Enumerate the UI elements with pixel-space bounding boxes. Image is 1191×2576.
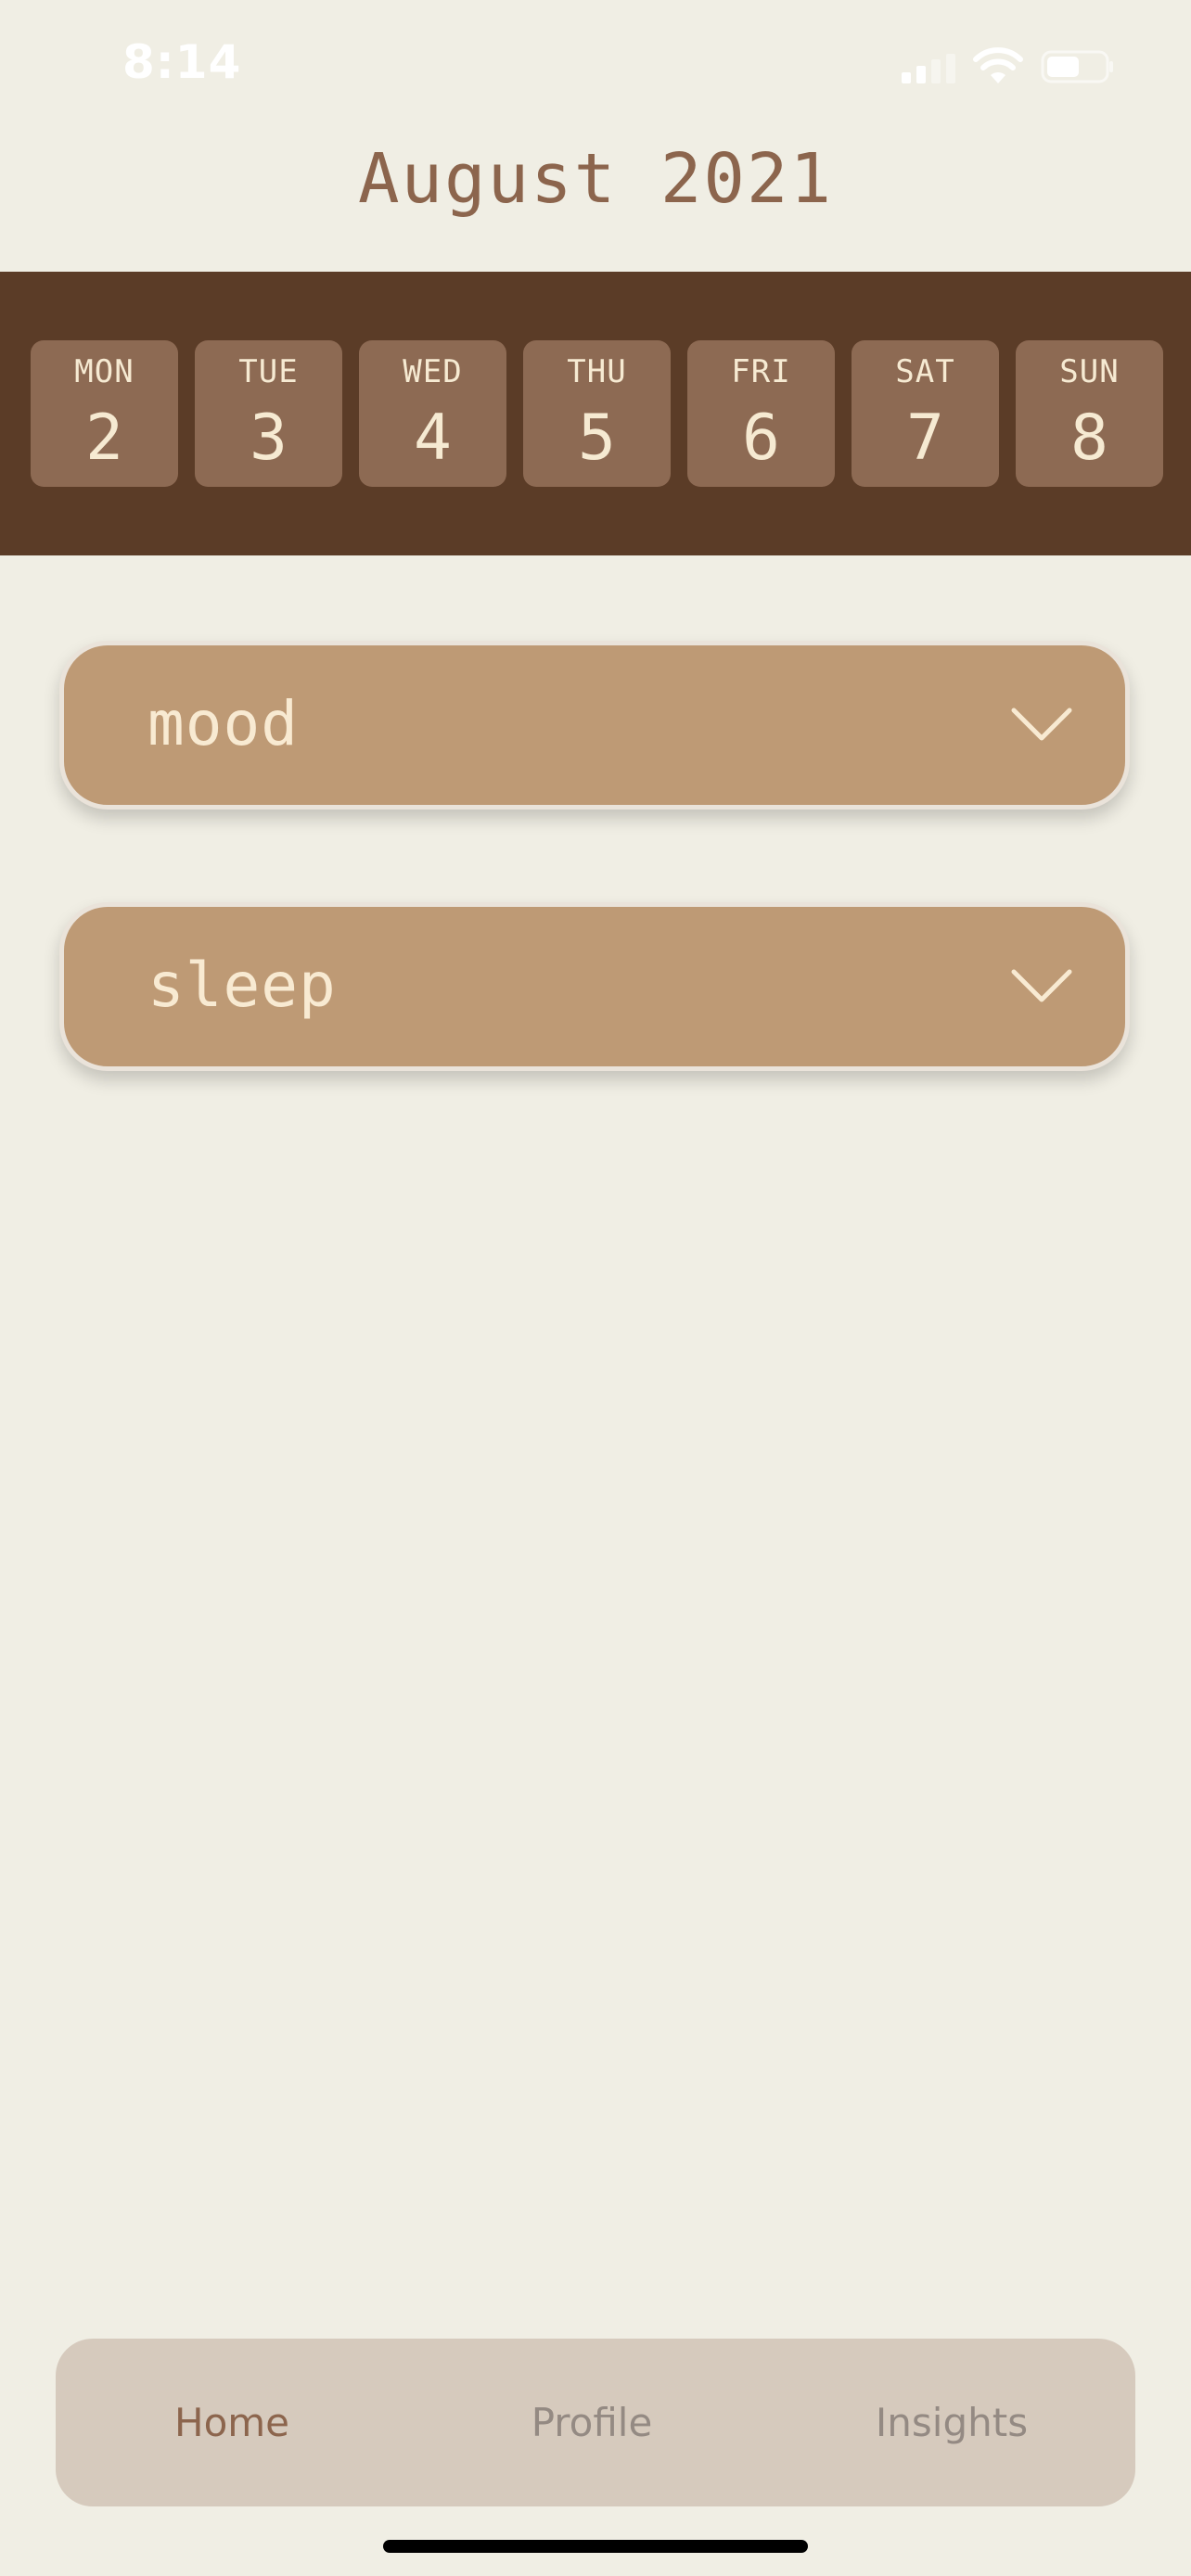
status-time: 8:14 <box>122 35 242 89</box>
day-tile-sat[interactable]: SAT 7 <box>852 340 999 487</box>
day-name: SAT <box>895 353 955 390</box>
day-name: THU <box>567 353 627 390</box>
tab-bar: Home Profile Insights <box>56 2339 1135 2506</box>
day-number: 2 <box>85 402 123 475</box>
section-label-sleep: sleep <box>147 949 337 1021</box>
day-tile-mon[interactable]: MON 2 <box>31 340 178 487</box>
day-tile-sun[interactable]: SUN 8 <box>1016 340 1163 487</box>
day-number: 6 <box>742 402 780 475</box>
tab-profile[interactable]: Profile <box>471 2339 712 2506</box>
day-name: TUE <box>238 353 299 390</box>
week-strip: MON 2 TUE 3 WED 4 THU 5 FRI 6 SAT 7 SUN … <box>0 272 1191 555</box>
signal-icon <box>902 54 955 83</box>
day-number: 7 <box>906 402 944 475</box>
day-tile-wed[interactable]: WED 4 <box>359 340 506 487</box>
battery-icon <box>1041 50 1113 83</box>
wifi-icon <box>973 47 1023 83</box>
day-name: FRI <box>731 353 791 390</box>
home-indicator[interactable] <box>383 2540 808 2553</box>
day-name: WED <box>403 353 463 390</box>
section-label-mood: mood <box>147 687 299 759</box>
day-name: MON <box>74 353 134 390</box>
chevron-down-icon <box>1011 708 1072 741</box>
day-number: 3 <box>250 402 288 475</box>
day-tile-thu[interactable]: THU 5 <box>523 340 671 487</box>
page-title: August 2021 <box>357 139 834 219</box>
sleep-section-toggle[interactable]: sleep <box>59 902 1130 1071</box>
day-number: 4 <box>414 402 452 475</box>
day-name: SUN <box>1059 353 1120 390</box>
day-tile-fri[interactable]: FRI 6 <box>687 340 835 487</box>
day-number: 8 <box>1070 402 1108 475</box>
day-number: 5 <box>578 402 616 475</box>
mood-section-toggle[interactable]: mood <box>59 641 1130 810</box>
tab-insights[interactable]: Insights <box>831 2339 1072 2506</box>
status-bar: 8:14 <box>0 0 1191 130</box>
day-tile-tue[interactable]: TUE 3 <box>195 340 342 487</box>
chevron-down-icon <box>1011 969 1072 1002</box>
tab-home[interactable]: Home <box>111 2339 352 2506</box>
